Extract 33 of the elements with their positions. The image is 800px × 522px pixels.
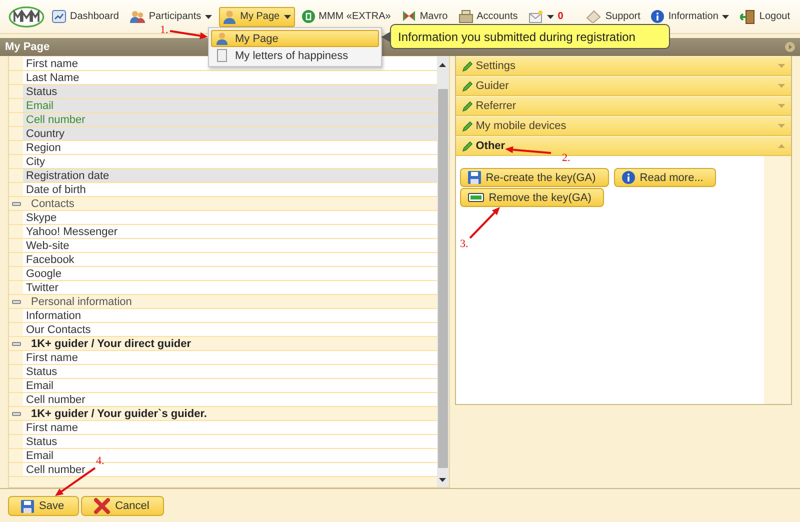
field-label: Status bbox=[23, 435, 437, 448]
field-label: Twitter bbox=[23, 281, 437, 294]
step-number: 3. bbox=[460, 238, 468, 250]
tooltip: Information you submitted during registration bbox=[390, 24, 670, 49]
field-label: Web-site bbox=[23, 239, 437, 252]
step-number: 1. bbox=[160, 24, 168, 36]
field-label: Status bbox=[23, 365, 437, 378]
field-label: Registration date bbox=[23, 169, 437, 182]
field-label: Information bbox=[23, 309, 437, 322]
group-title: Contacts bbox=[31, 198, 74, 210]
field-label: Email bbox=[23, 99, 437, 112]
field-label: Region bbox=[23, 141, 437, 154]
field-label: Google bbox=[23, 267, 437, 280]
group-title: 1K+ guider / Your guider`s guider. bbox=[31, 408, 207, 420]
field-label: Date of birth bbox=[23, 183, 437, 196]
field-label: Skype bbox=[23, 211, 437, 224]
field-label: Facebook bbox=[23, 253, 437, 266]
field-label: City bbox=[23, 155, 437, 168]
field-label: Email bbox=[23, 379, 437, 392]
group-title: 1K+ guider / Your direct guider bbox=[31, 338, 192, 350]
field-label: Last Name bbox=[23, 71, 437, 84]
page-title: My Page bbox=[5, 41, 50, 53]
field-label: Cell number bbox=[23, 393, 437, 406]
field-label: Our Contacts bbox=[23, 323, 437, 336]
unread-count: 0 bbox=[558, 11, 564, 22]
field-label: First name bbox=[23, 421, 437, 434]
field-label: First name bbox=[23, 351, 437, 364]
field-label: Status bbox=[23, 85, 437, 98]
group-title: Personal information bbox=[31, 296, 132, 308]
field-label: Country bbox=[23, 127, 437, 140]
field-label: Yahoo! Messenger bbox=[23, 225, 437, 238]
field-label: Cell number bbox=[23, 463, 437, 476]
field-label: Cell number bbox=[23, 113, 437, 126]
